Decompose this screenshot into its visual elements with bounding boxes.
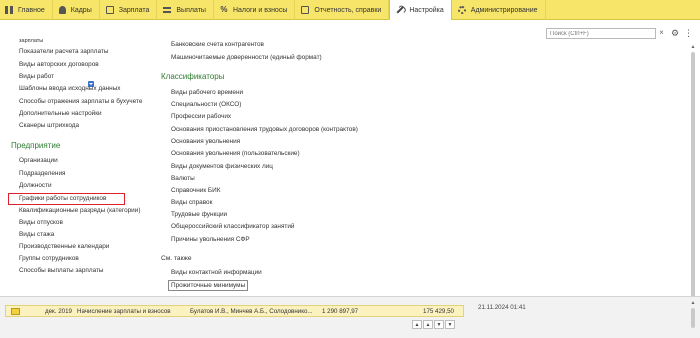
row-period: дек. 2019 [45, 308, 72, 315]
link-salary-indicators[interactable]: Показатели расчета зарплаты [19, 48, 108, 55]
tab-settings[interactable]: Настройка [389, 0, 452, 20]
tab-label: Кадры [70, 6, 92, 14]
tab-label: Отчетность, справки [314, 6, 382, 14]
link-salary-accounting[interactable]: Способы отражения зарплаты в бухучете [19, 98, 142, 105]
table-row[interactable]: дек. 2019 Начисление зарплаты и взносов … [5, 305, 464, 317]
more-actions-button[interactable]: ⋮ [684, 28, 693, 39]
tab-label: Главное [18, 6, 45, 14]
tab-payments[interactable]: Выплаты [157, 0, 214, 20]
link-id-document-types[interactable]: Виды документов физических лиц [171, 163, 273, 170]
first-page-button[interactable]: ▲ [412, 320, 422, 329]
bottom-scrollbar[interactable]: ▲ [690, 300, 696, 336]
scroll-up-icon[interactable]: ▲ [690, 300, 696, 306]
tab-administration[interactable]: Администрирование [452, 0, 546, 20]
link-custom-dismissal-grounds[interactable]: Основания увольнения (пользовательские) [171, 150, 300, 157]
link-certificate-types[interactable]: Виды справок [171, 199, 212, 206]
link-worker-professions[interactable]: Профессии рабочих [171, 113, 231, 120]
row-document: Начисление зарплаты и взносов [77, 308, 171, 315]
link-barcode-scanners[interactable]: Сканеры штрихкода [19, 122, 79, 129]
link-work-types[interactable]: Виды работ [19, 73, 54, 80]
row-amount-2: 175 429,50 [423, 308, 454, 315]
link-subsistence-minimums[interactable]: Прожиточные минимумы [168, 280, 249, 291]
link-seniority-types[interactable]: Виды стажа [19, 231, 54, 238]
document-list-panel [0, 296, 700, 338]
link-labor-functions[interactable]: Трудовые функции [171, 211, 227, 218]
heading-see-also: См. также [161, 255, 192, 262]
percent-icon: % [220, 5, 228, 14]
wrench-icon [395, 4, 406, 15]
link-contact-info-types[interactable]: Виды контактной информации [171, 269, 262, 276]
scroll-up-icon[interactable]: ▲ [690, 44, 696, 50]
tab-label: Зарплата [118, 6, 150, 14]
prev-page-button[interactable]: ▲ [423, 320, 433, 329]
next-page-button[interactable]: ▼ [434, 320, 444, 329]
row-employees: Булатов И.В., Минчев А.Б., Солодовнико..… [190, 308, 313, 315]
gear-icon [457, 6, 466, 14]
tab-reports[interactable]: Отчетность, справки [295, 0, 390, 20]
link-bik-directory[interactable]: Справочник БИК [171, 187, 220, 194]
highlight-box [8, 193, 125, 205]
settings-gear-button[interactable]: ⚙ [670, 28, 680, 39]
tab-label: Настройка [409, 6, 444, 14]
link-machine-readable-poa[interactable]: Машиночитаемые доверенности (единый форм… [171, 54, 322, 61]
link-suspension-grounds[interactable]: Основания приостановления трудовых догов… [171, 126, 358, 133]
search-input[interactable] [547, 29, 647, 38]
tab-salary[interactable]: Зарплата [100, 0, 158, 20]
clear-search-button[interactable]: × [657, 28, 666, 39]
row-amount-1: 1 290 897,97 [322, 308, 359, 315]
link-input-templates[interactable]: Шаблоны ввода исходных данных [19, 85, 120, 92]
link-specialties[interactable]: Специальности (ОКСО) [171, 101, 241, 108]
tab-personnel[interactable]: Кадры [53, 0, 100, 20]
tab-taxes[interactable]: % Налоги и взносы [214, 0, 296, 20]
link-bank-accounts[interactable]: Банковские счета контрагентов [171, 41, 264, 48]
heading-enterprise: Предприятие [11, 141, 61, 150]
list-icon [163, 7, 172, 13]
tab-label: Налоги и взносы [232, 6, 288, 14]
link-currencies[interactable]: Валюты [171, 175, 195, 182]
link-author-contracts[interactable]: Виды авторских договоров [19, 61, 99, 68]
link-departments[interactable]: Подразделения [19, 170, 65, 177]
link-employee-groups[interactable]: Группы сотрудников [19, 255, 79, 262]
link-dismissal-grounds[interactable]: Основания увольнения [171, 138, 240, 145]
section-tabs: Главное Кадры Зарплата Выплаты % Налоги … [0, 0, 700, 20]
link-sfr-dismissal-reasons[interactable]: Причины увольнения СФР [171, 236, 250, 243]
people-icon [58, 6, 66, 14]
document-icon [11, 308, 20, 315]
search-box [546, 28, 656, 39]
link-additional-settings[interactable]: Дополнительные настройки [19, 110, 102, 117]
link-payment-methods[interactable]: Способы выплаты зарплаты [19, 267, 104, 274]
scroll-thumb[interactable] [691, 308, 695, 328]
cut-list-item[interactable]: зарплаты [19, 38, 43, 44]
vertical-scrollbar[interactable]: ▲ [690, 44, 696, 324]
row-datetime: 21.11.2024 01:41 [478, 304, 526, 311]
link-occupation-classifier[interactable]: Общероссийский классификатор занятий [171, 223, 295, 230]
link-qualification-grades[interactable]: Квалификационные разряды (категории) [19, 207, 140, 214]
link-organizations[interactable]: Организации [19, 157, 58, 164]
list-navigation: ▲ ▲ ▼ ▼ [412, 320, 456, 329]
link-positions[interactable]: Должности [19, 182, 52, 189]
heading-classifiers: Классификаторы [161, 72, 225, 81]
link-production-calendars[interactable]: Производственные календари [19, 243, 109, 250]
report-icon [301, 6, 310, 14]
document-icon [105, 6, 114, 14]
tab-label: Выплаты [176, 6, 206, 14]
tab-label: Администрирование [470, 6, 538, 14]
last-page-button[interactable]: ▼ [445, 320, 455, 329]
scroll-thumb[interactable] [691, 52, 695, 324]
grid-icon [5, 6, 13, 14]
link-vacation-types[interactable]: Виды отпусков [19, 219, 63, 226]
link-work-time-types[interactable]: Виды рабочего времени [171, 89, 243, 96]
tab-main[interactable]: Главное [0, 0, 53, 20]
